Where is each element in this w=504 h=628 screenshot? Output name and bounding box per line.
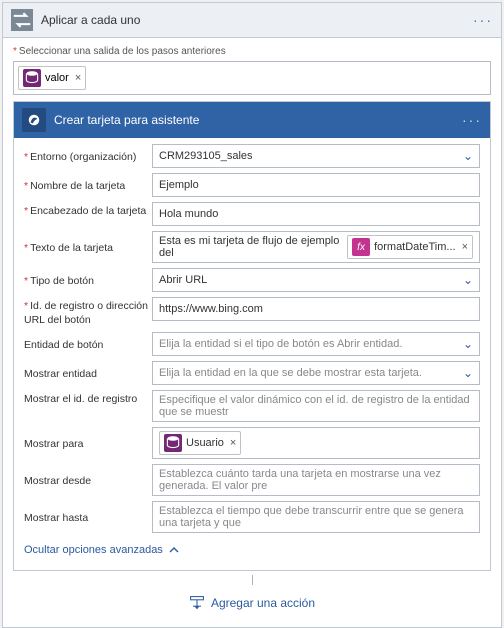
card-text-static: Esta es mi tarjeta de flujo de ejemplo d…: [159, 235, 345, 259]
show-until-input[interactable]: Establezca el tiempo que debe transcurri…: [152, 501, 480, 533]
create-card-header[interactable]: Crear tarjeta para asistente ···: [14, 102, 490, 138]
remove-token-icon[interactable]: ×: [230, 437, 236, 449]
card-header-input[interactable]: Hola mundo: [152, 202, 480, 226]
apply-to-each-body: *Seleccionar una salida de los pasos ant…: [3, 38, 501, 627]
show-from-label: Mostrar desde: [24, 472, 152, 489]
select-output-input[interactable]: valor ×: [13, 61, 491, 95]
card-name-input[interactable]: Ejemplo: [152, 173, 480, 197]
select-output-label: *Seleccionar una salida de los pasos ant…: [13, 46, 491, 57]
button-type-label: *Tipo de botón: [24, 272, 152, 289]
value-token[interactable]: valor ×: [18, 66, 86, 90]
show-record-id-input[interactable]: Especifique el valor dinámico con el id.…: [152, 390, 480, 422]
expression-token[interactable]: fx formatDateTim... ×: [347, 235, 473, 259]
create-card-title: Crear tarjeta para asistente: [46, 113, 462, 127]
apply-to-each-card: Aplicar a cada uno ··· *Seleccionar una …: [2, 2, 502, 628]
connector: [13, 571, 491, 587]
create-card-action: Crear tarjeta para asistente ··· *Entorn…: [13, 101, 491, 571]
card-text-label: *Texto de la tarjeta: [24, 239, 152, 256]
show-for-input[interactable]: Usuario ×: [152, 427, 480, 459]
user-token[interactable]: Usuario ×: [159, 431, 241, 455]
add-step-icon: [189, 595, 205, 611]
database-icon: [164, 434, 182, 452]
card-header-label: *Encabezado de la tarjeta: [24, 202, 152, 219]
show-from-input[interactable]: Establezca cuánto tarda una tarjeta en m…: [152, 464, 480, 496]
token-label: valor: [45, 72, 69, 84]
chevron-down-icon: ⌄: [463, 366, 473, 380]
add-action-button[interactable]: Agregar una acción: [13, 587, 491, 623]
show-entity-select[interactable]: Elija la entidad en la que se debe mostr…: [152, 361, 480, 385]
remove-token-icon[interactable]: ×: [462, 241, 468, 253]
dynamics-icon: [22, 108, 46, 132]
apply-to-each-menu[interactable]: ···: [473, 12, 493, 28]
card-text-input[interactable]: Esta es mi tarjeta de flujo de ejemplo d…: [152, 231, 480, 263]
card-name-label: *Nombre de la tarjeta: [24, 177, 152, 194]
apply-to-each-title: Aplicar a cada uno: [33, 13, 473, 27]
remove-token-icon[interactable]: ×: [75, 72, 81, 84]
show-until-label: Mostrar hasta: [24, 509, 152, 526]
button-entity-select[interactable]: Elija la entidad si el tipo de botón es …: [152, 332, 480, 356]
fx-icon: fx: [352, 238, 370, 256]
advanced-options-toggle[interactable]: Ocultar opciones avanzadas: [24, 538, 179, 564]
create-card-form: *Entorno (organización) CRM293105_sales …: [14, 138, 490, 570]
chevron-down-icon: ⌄: [463, 149, 473, 163]
button-entity-label: Entidad de botón: [24, 336, 152, 353]
show-entity-label: Mostrar entidad: [24, 365, 152, 382]
environment-label: *Entorno (organización): [24, 148, 152, 165]
chevron-up-icon: [169, 545, 179, 555]
show-for-label: Mostrar para: [24, 435, 152, 452]
record-url-label: *Id. de registro o dirección URL del bot…: [24, 297, 152, 327]
loop-icon: [11, 9, 33, 31]
apply-to-each-header[interactable]: Aplicar a cada uno ···: [3, 3, 501, 38]
record-url-input[interactable]: https://www.bing.com: [152, 297, 480, 321]
token-label: formatDateTim...: [374, 241, 456, 253]
token-label: Usuario: [186, 437, 224, 449]
database-icon: [23, 69, 41, 87]
chevron-down-icon: ⌄: [463, 273, 473, 287]
show-record-id-label: Mostrar el id. de registro: [24, 390, 152, 407]
button-type-select[interactable]: Abrir URL ⌄: [152, 268, 480, 292]
environment-select[interactable]: CRM293105_sales ⌄: [152, 144, 480, 168]
create-card-menu[interactable]: ···: [462, 112, 482, 128]
chevron-down-icon: ⌄: [463, 337, 473, 351]
